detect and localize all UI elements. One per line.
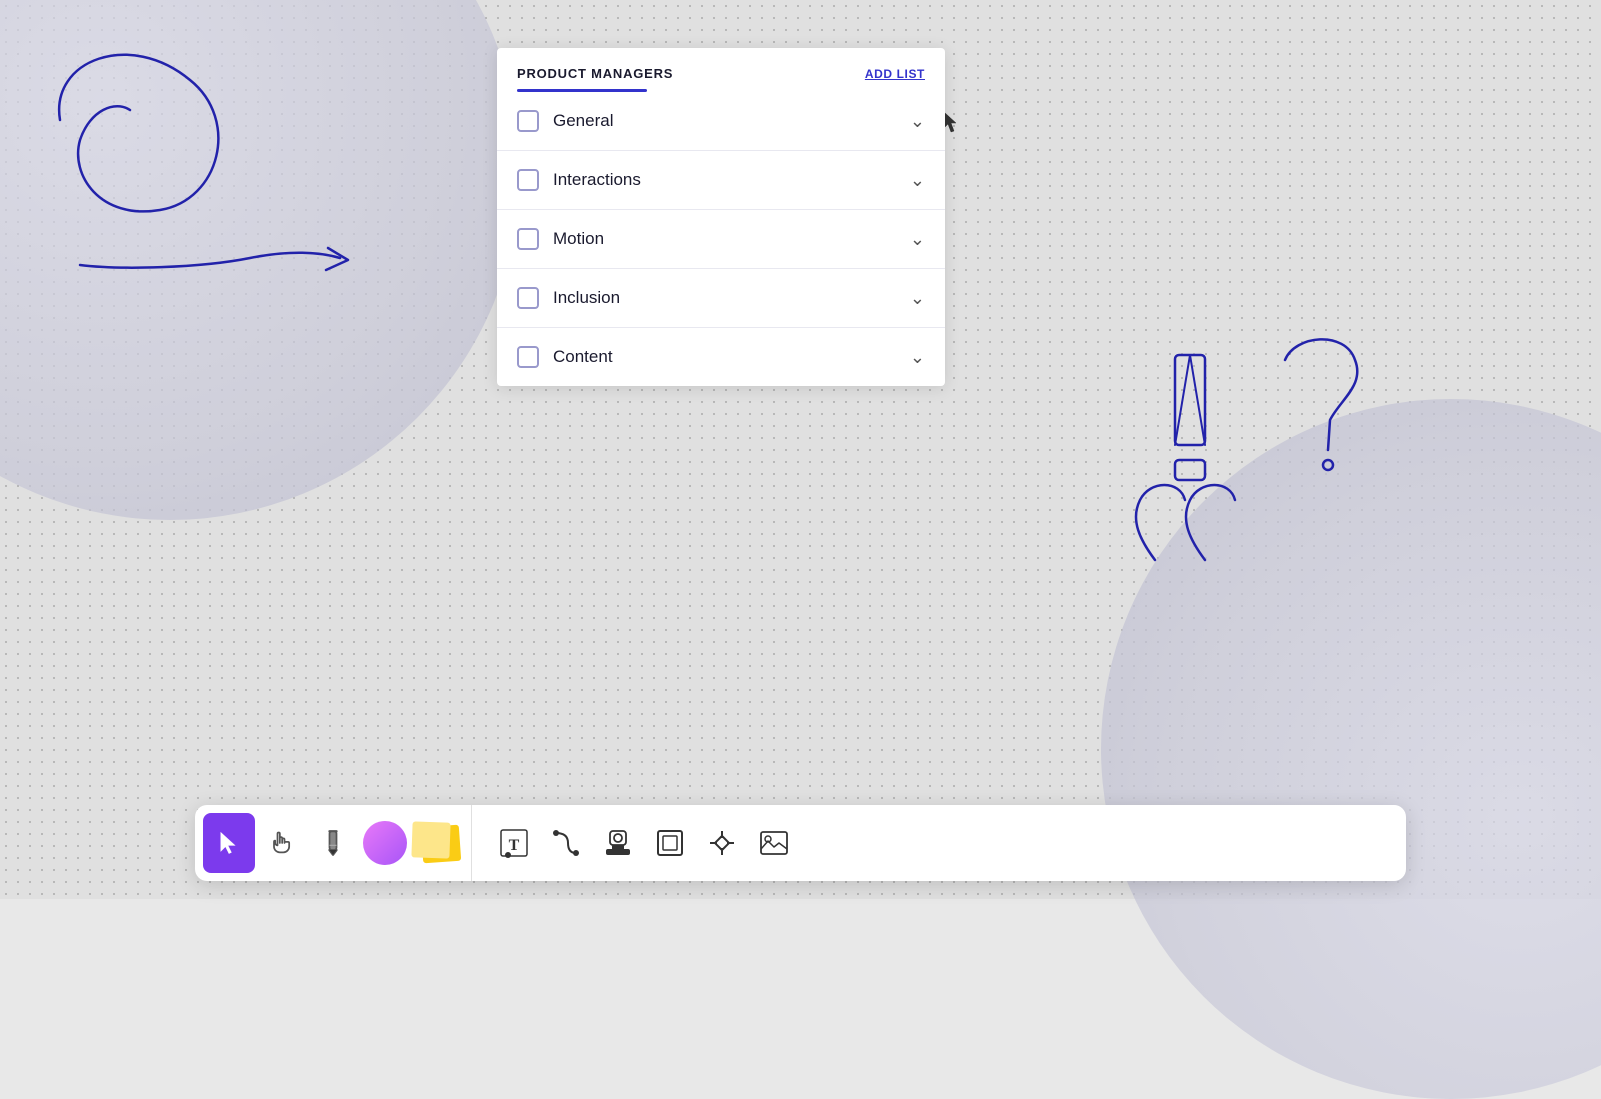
stamp-tool-button[interactable] bbox=[592, 813, 644, 873]
chevron-inclusion[interactable]: ⌄ bbox=[910, 288, 925, 309]
stamp-icon bbox=[602, 827, 634, 859]
checkbox-content[interactable] bbox=[517, 346, 539, 368]
toolbar: T bbox=[195, 805, 1406, 881]
image-icon bbox=[758, 827, 790, 859]
item-label-inclusion: Inclusion bbox=[553, 288, 620, 308]
pencil-icon bbox=[319, 829, 347, 857]
item-label-motion: Motion bbox=[553, 229, 604, 249]
list-item-inclusion[interactable]: Inclusion ⌄ bbox=[497, 269, 945, 328]
text-tool-button[interactable]: T bbox=[488, 813, 540, 873]
toolbar-left-section bbox=[203, 805, 472, 881]
checkbox-interactions[interactable] bbox=[517, 169, 539, 191]
chevron-interactions[interactable]: ⌄ bbox=[910, 170, 925, 191]
chevron-motion[interactable]: ⌄ bbox=[910, 229, 925, 250]
svg-text:T: T bbox=[509, 837, 520, 854]
product-managers-card: PRODUCT MANAGERS ADD LIST General ⌄ Inte… bbox=[497, 48, 945, 386]
item-label-interactions: Interactions bbox=[553, 170, 641, 190]
sticky-notes-button[interactable] bbox=[411, 813, 463, 873]
sticky-notes-icon bbox=[412, 822, 462, 864]
checkbox-motion[interactable] bbox=[517, 228, 539, 250]
card-header: PRODUCT MANAGERS ADD LIST bbox=[497, 48, 945, 81]
diamond-icon bbox=[706, 827, 738, 859]
circle-shape-button[interactable] bbox=[359, 813, 411, 873]
checkbox-inclusion[interactable] bbox=[517, 287, 539, 309]
plugin-tool-button[interactable] bbox=[696, 813, 748, 873]
list-item-motion[interactable]: Motion ⌄ bbox=[497, 210, 945, 269]
item-label-general: General bbox=[553, 111, 613, 131]
pencil-tool-button[interactable] bbox=[307, 813, 359, 873]
chevron-content[interactable]: ⌄ bbox=[910, 347, 925, 368]
frame-icon bbox=[654, 827, 686, 859]
chevron-general[interactable]: ⌄ bbox=[910, 111, 925, 132]
item-label-content: Content bbox=[553, 347, 613, 367]
list-item-general[interactable]: General ⌄ bbox=[497, 92, 945, 151]
circle-shape-icon bbox=[363, 821, 407, 865]
connector-tool-button[interactable] bbox=[540, 813, 592, 873]
list-item-content[interactable]: Content ⌄ bbox=[497, 328, 945, 386]
card-title: PRODUCT MANAGERS bbox=[517, 66, 673, 81]
toolbar-right-section: T bbox=[480, 805, 800, 881]
list-item-interactions[interactable]: Interactions ⌄ bbox=[497, 151, 945, 210]
select-tool-button[interactable] bbox=[203, 813, 255, 873]
hand-tool-button[interactable] bbox=[255, 813, 307, 873]
add-list-button[interactable]: ADD LIST bbox=[865, 67, 925, 81]
text-icon: T bbox=[498, 827, 530, 859]
image-tool-button[interactable] bbox=[748, 813, 800, 873]
checkbox-general[interactable] bbox=[517, 110, 539, 132]
frame-tool-button[interactable] bbox=[644, 813, 696, 873]
hand-icon bbox=[267, 829, 295, 857]
cursor-icon bbox=[215, 829, 243, 857]
connector-icon bbox=[550, 827, 582, 859]
